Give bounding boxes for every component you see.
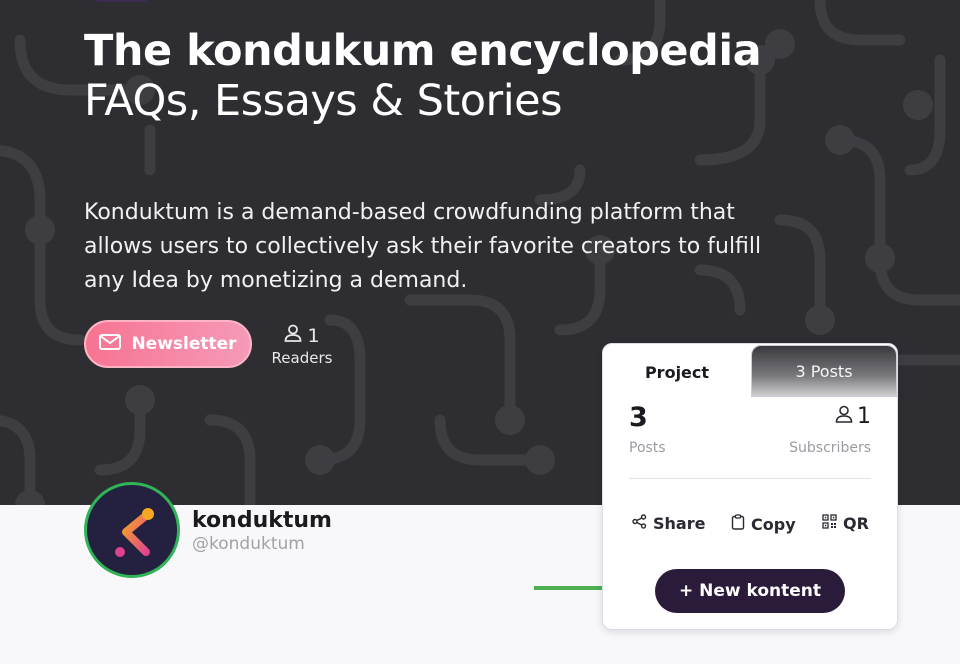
new-kontent-button[interactable]: + New kontent bbox=[655, 569, 845, 613]
top-tab-edge bbox=[92, 0, 150, 2]
profile-handle: @konduktum bbox=[192, 534, 305, 554]
konduktum-logo-icon bbox=[115, 504, 154, 557]
qr-button[interactable]: QR bbox=[822, 514, 869, 533]
subscribers-stat: 1 bbox=[835, 404, 871, 429]
title-bold: The kondukum encyclopedia bbox=[84, 26, 762, 76]
subscribers-count: 1 bbox=[857, 404, 871, 429]
divider bbox=[629, 478, 871, 479]
tab-posts[interactable]: 3 Posts bbox=[751, 345, 897, 397]
title-light: FAQs, Essays & Stories bbox=[84, 76, 563, 126]
avatar[interactable] bbox=[84, 482, 180, 578]
share-label: Share bbox=[653, 514, 706, 533]
page-title: The kondukum encyclopedia FAQs, Essays &… bbox=[84, 26, 844, 126]
posts-count: 3 bbox=[629, 402, 648, 433]
newsletter-button[interactable]: Newsletter bbox=[84, 320, 252, 368]
user-icon bbox=[835, 404, 853, 429]
project-card: Project 3 Posts 3 Posts 1 Subscribers Sh… bbox=[602, 343, 898, 630]
tab-project[interactable]: Project bbox=[603, 344, 751, 400]
newsletter-label: Newsletter bbox=[131, 334, 237, 354]
qr-code-icon bbox=[822, 514, 837, 533]
clipboard-icon bbox=[731, 514, 745, 534]
qr-label: QR bbox=[843, 514, 869, 533]
copy-label: Copy bbox=[751, 514, 796, 534]
copy-button[interactable]: Copy bbox=[731, 514, 796, 534]
profile-name: konduktum bbox=[192, 508, 332, 533]
subscribers-label: Subscribers bbox=[789, 440, 871, 456]
page-description: Konduktum is a demand-based crowdfunding… bbox=[84, 200, 762, 293]
mail-icon bbox=[99, 333, 122, 355]
user-icon bbox=[284, 324, 302, 347]
share-icon bbox=[632, 514, 647, 533]
readers-count: 1 bbox=[307, 324, 320, 347]
share-button[interactable]: Share bbox=[632, 514, 705, 533]
posts-label: Posts bbox=[629, 440, 666, 456]
readers-label: Readers bbox=[271, 349, 333, 367]
readers-stat: 1 Readers bbox=[270, 324, 334, 368]
